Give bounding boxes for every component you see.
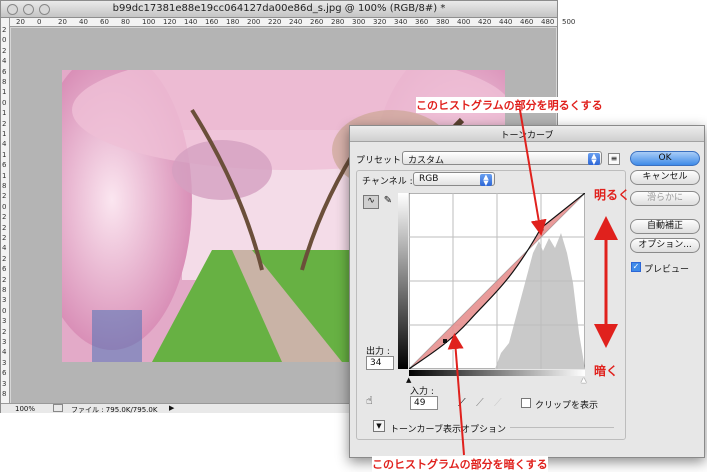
- annotation-arrows: [447, 109, 618, 456]
- darken-arrow: [447, 333, 465, 456]
- brighten-arrow: [519, 109, 547, 236]
